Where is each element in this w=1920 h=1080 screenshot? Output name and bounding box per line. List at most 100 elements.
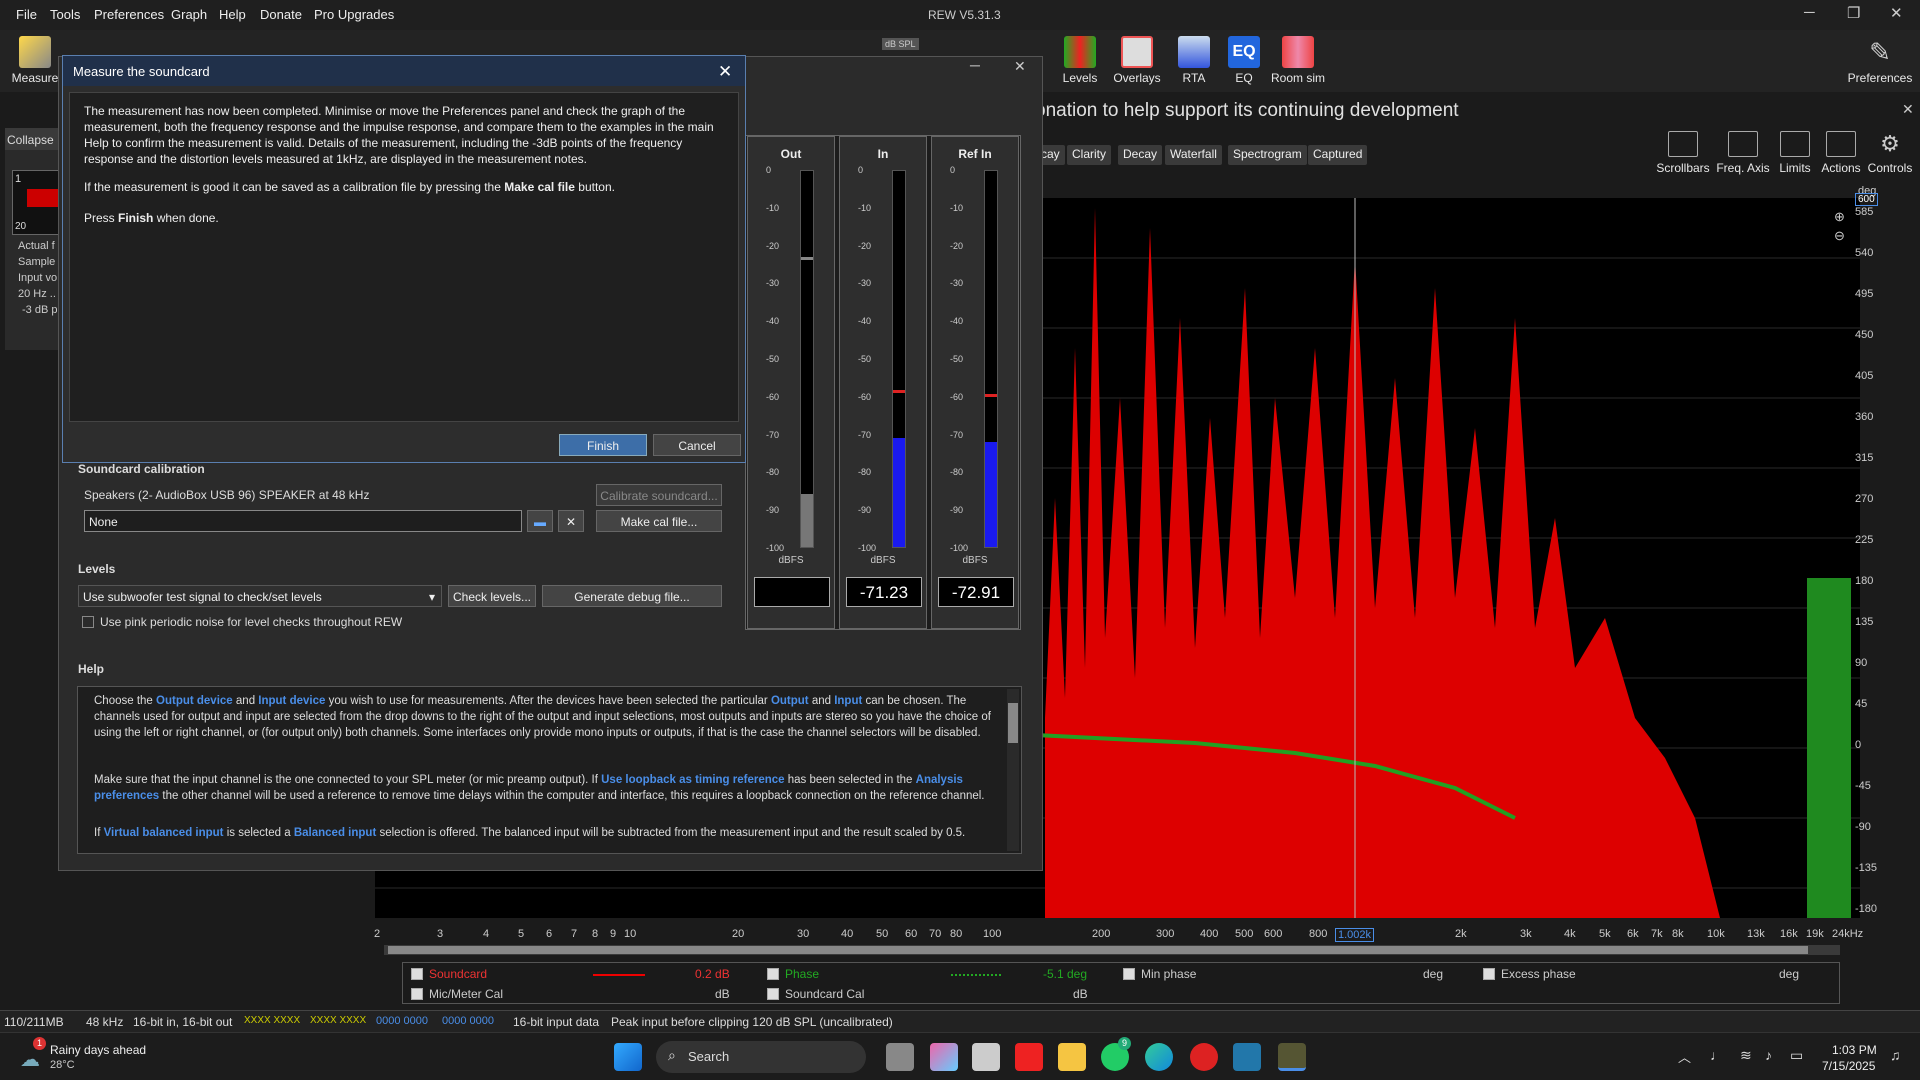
make-cal-file-button[interactable]: Make cal file... [596,510,722,532]
battery-icon[interactable]: ▭ [1790,1047,1803,1064]
youtube-icon[interactable] [1015,1043,1043,1071]
meter-scale-label: -50 [950,354,964,364]
soundcard-cal-checkbox[interactable] [767,988,779,1000]
opera-icon[interactable] [1190,1043,1218,1071]
dialog-close-icon[interactable]: ✕ [718,62,732,82]
start-icon[interactable] [614,1043,642,1071]
pink-noise-option[interactable]: Use pink periodic noise for level checks… [82,615,402,629]
preferences-button[interactable]: ✎ Preferences [1845,34,1915,85]
vscode-icon[interactable] [1233,1043,1261,1071]
input-link[interactable]: Input [834,695,862,707]
rew-taskbar-icon[interactable] [1278,1043,1306,1071]
edge-icon[interactable] [1145,1043,1173,1071]
volume-icon[interactable]: ♪ [1765,1047,1772,1063]
meter-reading: -72.91 [938,577,1014,607]
store-icon[interactable] [972,1043,1000,1071]
scrollbar-thumb[interactable] [388,946,1808,954]
level-signal-select[interactable]: Use subwoofer test signal to check/set l… [78,585,442,607]
meter-scale-label: -10 [950,202,964,213]
phase-checkbox[interactable] [767,968,779,980]
restore-icon[interactable]: ❐ [1847,4,1860,22]
legend-soundcard-cal[interactable]: Soundcard Cal [767,987,864,1001]
clock-date[interactable]: 7/15/2025 [1822,1059,1875,1073]
menu-tools[interactable]: Tools [50,7,80,22]
excess-phase-checkbox[interactable] [1483,968,1495,980]
y-axis-top-value[interactable]: 600 [1855,193,1878,206]
prefs-minimize-icon[interactable]: ─ [970,57,980,73]
tab-clarity[interactable]: Clarity [1067,145,1112,165]
min-phase-checkbox[interactable] [1123,968,1135,980]
scrollbars-control[interactable]: Scrollbars [1652,131,1714,175]
menu-graph[interactable]: Graph [171,7,207,22]
menu-file[interactable]: File [16,7,37,22]
minimize-icon[interactable]: ─ [1804,4,1815,21]
donate-banner[interactable]: onation to help support its continuing d… [1035,100,1459,122]
prefs-close-icon[interactable]: ✕ [1014,58,1026,75]
overlays-button[interactable]: Overlays [1110,34,1164,85]
input-device-link[interactable]: Input device [258,695,325,707]
finish-button[interactable]: Finish [559,434,647,456]
calibrate-soundcard-button[interactable]: Calibrate soundcard... [596,484,722,506]
collapse-button[interactable]: Collapse [5,128,60,150]
menu-help[interactable]: Help [219,7,246,22]
zoom-in-icon[interactable]: ⊕ [1834,209,1845,225]
tab-waterfall[interactable]: Waterfall [1165,145,1222,165]
pink-noise-checkbox[interactable] [82,616,94,628]
virtual-balanced-link[interactable]: Virtual balanced input [104,827,224,839]
copilot-icon[interactable] [930,1043,958,1071]
help-scrollbar-thumb[interactable] [1008,703,1018,743]
measure-button[interactable]: Measure [8,34,62,85]
controls-control[interactable]: ⚙ Controls [1860,131,1920,175]
legend-excess-phase[interactable]: Excess phase [1483,967,1576,981]
cancel-button[interactable]: Cancel [653,434,741,456]
horizontal-scrollbar[interactable] [384,945,1840,955]
levels-button[interactable]: Levels [1053,34,1107,85]
meter-scale-label: -100 [858,543,877,553]
legend-phase[interactable]: Phase [767,967,819,981]
microphone-icon[interactable]: ♩ [1710,1047,1724,1063]
zoom-out-icon[interactable]: ⊖ [1834,228,1845,244]
rta-button[interactable]: RTA [1167,34,1221,85]
legend-min-phase[interactable]: Min phase [1123,967,1196,981]
loopback-link[interactable]: Use loopback as timing reference [601,774,784,786]
menu-pro-upgrades[interactable]: Pro Upgrades [314,7,394,22]
close-icon[interactable]: ✕ [1890,4,1903,22]
menu-preferences[interactable]: Preferences [94,7,164,22]
measurement-thumbnail[interactable]: 1 20 [12,170,60,235]
cursor-frequency[interactable]: 1.002k [1335,928,1375,942]
check-levels-button[interactable]: Check levels... [448,585,536,607]
meter-scale-label: -80 [766,467,780,478]
clock-time[interactable]: 1:03 PM [1832,1043,1877,1057]
balanced-input-link[interactable]: Balanced input [294,827,376,839]
weather-icon[interactable]: ☁ [20,1047,40,1072]
cal-file-field[interactable]: None [84,510,522,532]
soundcard-checkbox[interactable] [411,968,423,980]
file-explorer-icon[interactable] [1058,1043,1086,1071]
wifi-icon[interactable]: ≋ [1740,1047,1752,1064]
generate-debug-button[interactable]: Generate debug file... [542,585,722,607]
room-sim-button[interactable]: Room sim [1268,34,1328,85]
tab-spectrogram[interactable]: Spectrogram [1228,145,1307,165]
legend-soundcard[interactable]: Soundcard [411,967,487,981]
mic-cal-checkbox[interactable] [411,988,423,1000]
output-device-link[interactable]: Output device [156,695,233,707]
close-banner-icon[interactable]: ✕ [1902,101,1914,118]
tab-decay[interactable]: Decay [1118,145,1163,165]
weather-text[interactable]: Rainy days ahead [50,1043,146,1057]
chevron-up-icon[interactable]: ︿ [1678,1047,1691,1066]
clear-icon[interactable]: ✕ [558,510,584,532]
legend-mic-cal[interactable]: Mic/Meter Cal [411,987,503,1001]
menu-donate[interactable]: Donate [260,7,302,22]
task-view-icon[interactable] [886,1043,914,1071]
analysis-prefs-link[interactable]: Analysis preferences [94,774,963,802]
eq-button[interactable]: EQ EQ [1217,34,1271,85]
spl-meter-icon[interactable]: dB SPL [882,38,919,50]
search-box[interactable]: ⌕ Search [656,1041,866,1073]
meter-bar [892,170,906,548]
help-paragraph-2: Make sure that the input channel is the … [94,774,985,802]
tab-captured[interactable]: Captured [1308,145,1368,165]
help-scrollbar[interactable] [1007,689,1019,851]
folder-icon[interactable]: ▬ [527,510,553,532]
output-link[interactable]: Output [771,695,809,707]
notifications-icon[interactable]: ♫ [1890,1047,1901,1063]
